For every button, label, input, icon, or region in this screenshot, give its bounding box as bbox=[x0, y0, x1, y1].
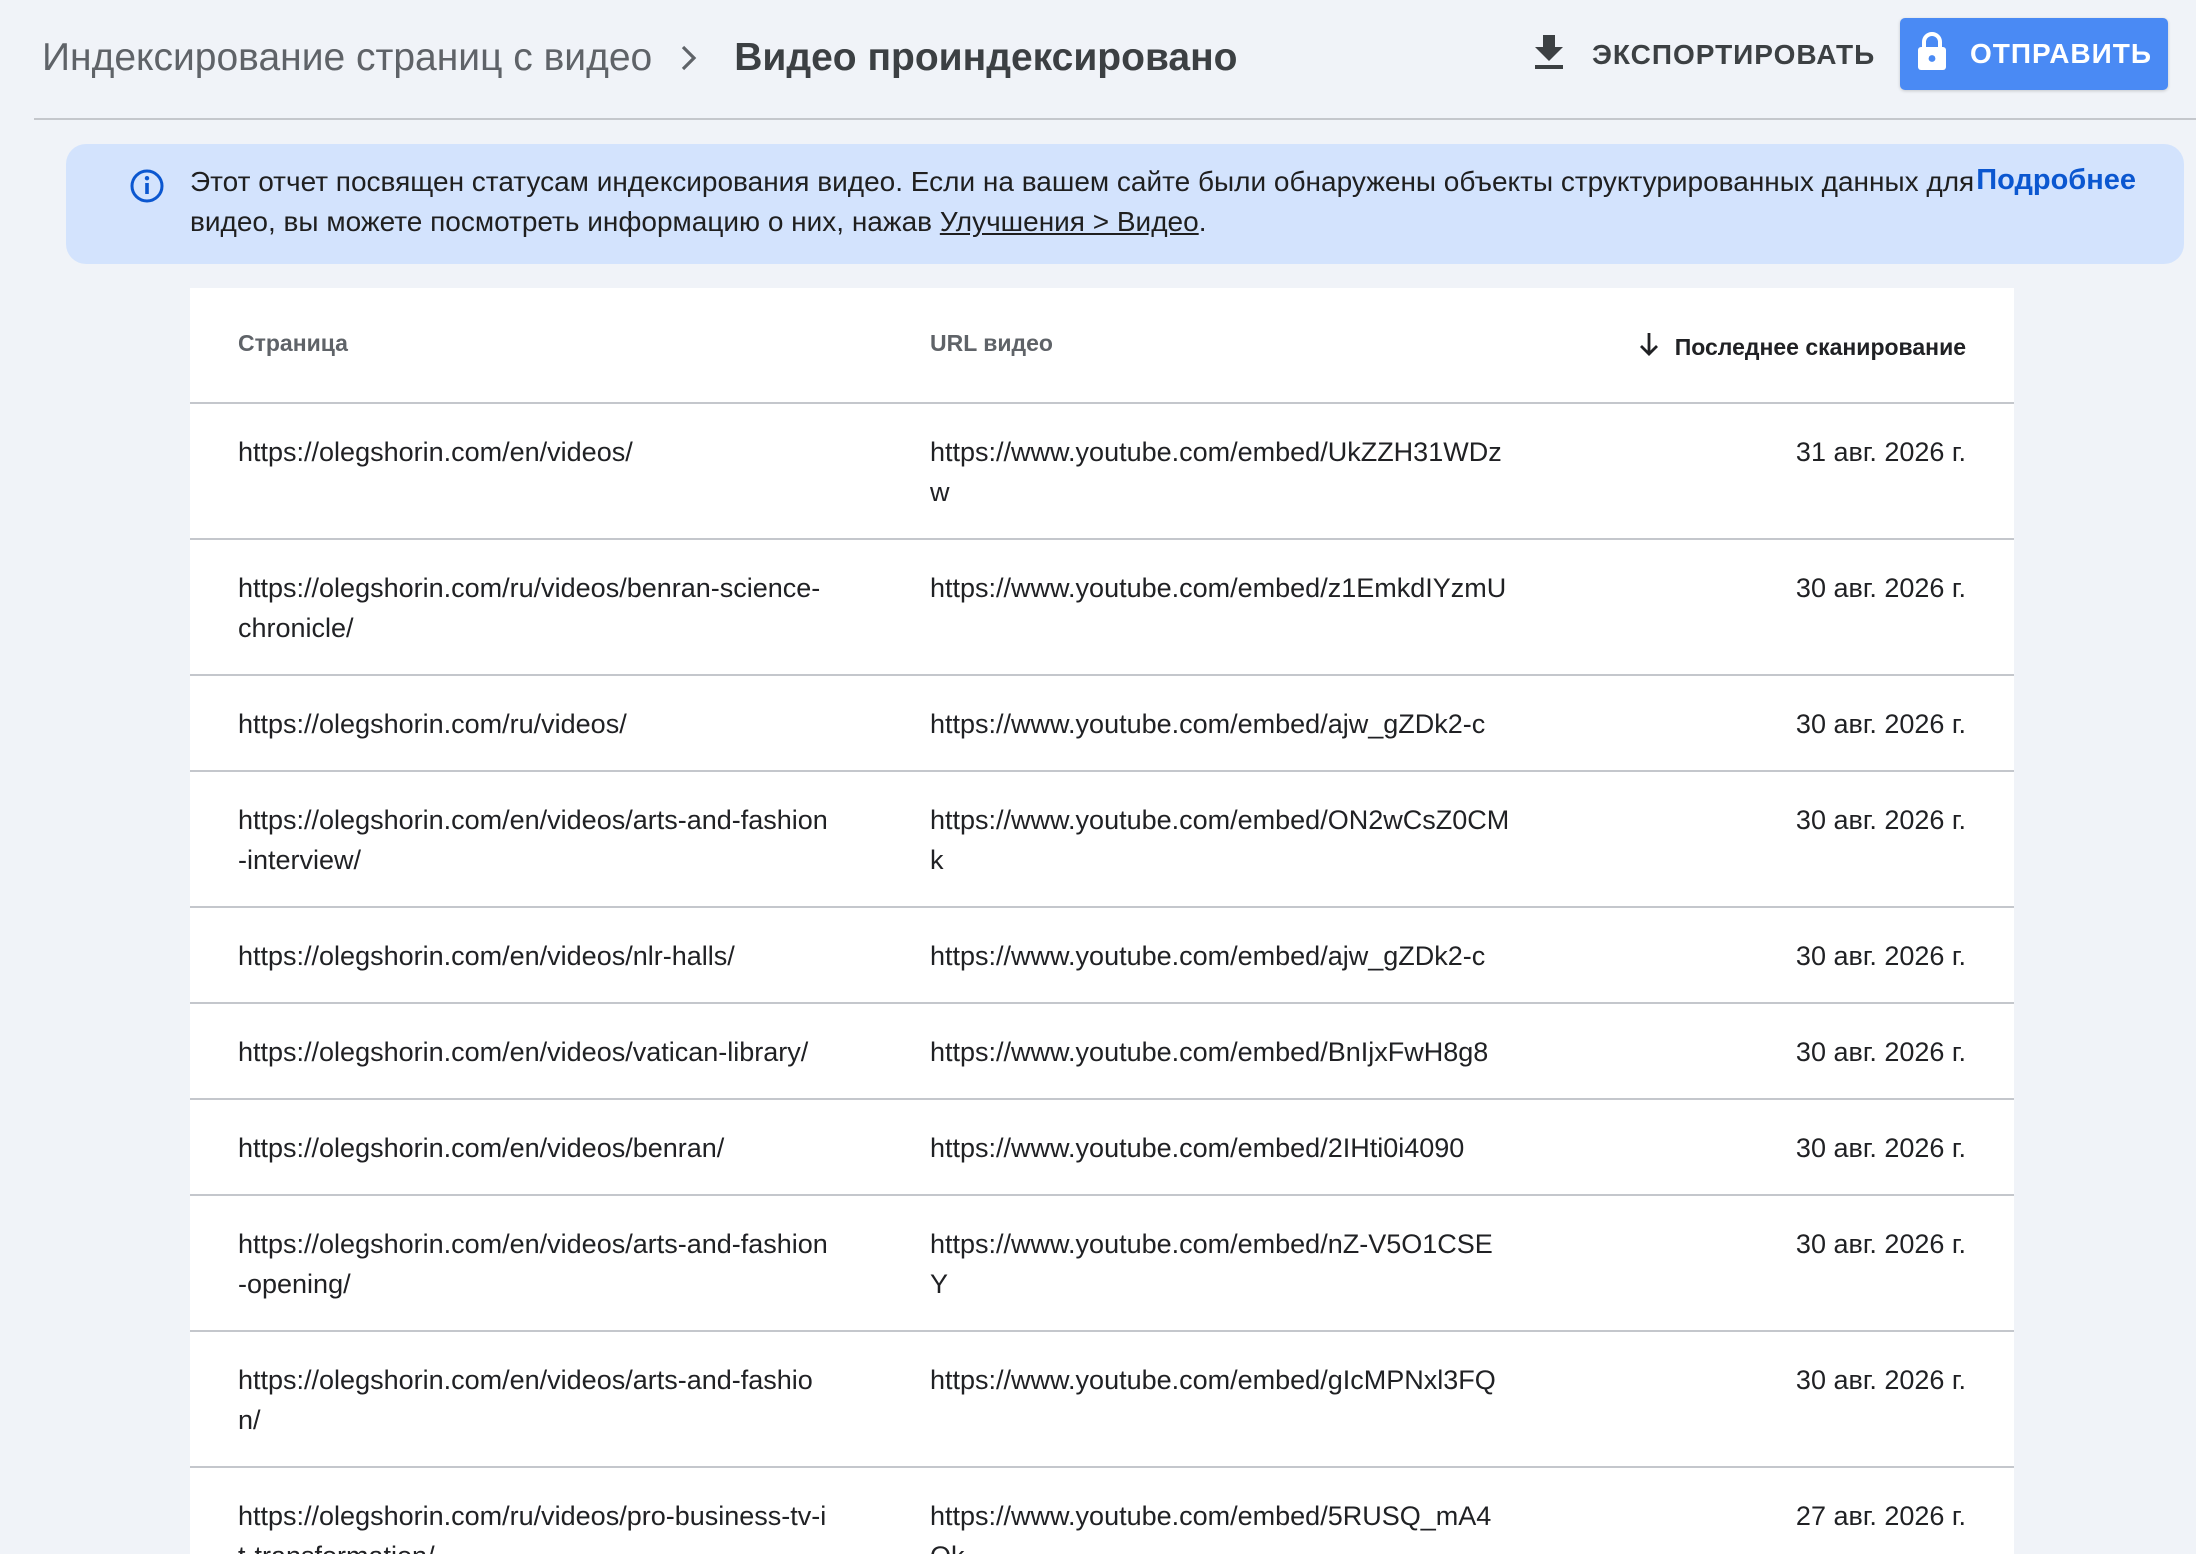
lock-icon bbox=[1916, 30, 1948, 79]
row-video-url: https://www.youtube.com/embed/5RUSQ_mA4O… bbox=[930, 1501, 1492, 1554]
row-last-crawl: 30 авг. 2026 г. bbox=[1795, 941, 1966, 971]
info-banner: Этот отчет посвящен статусам индексирова… bbox=[66, 144, 2184, 264]
row-page-url[interactable]: https://olegshorin.com/en/videos/ bbox=[238, 432, 828, 472]
row-last-crawl: 30 авг. 2026 г. bbox=[1795, 1037, 1966, 1067]
info-banner-period: . bbox=[1198, 206, 1207, 237]
row-video-url: https://www.youtube.com/embed/BnIjxFwH8g… bbox=[930, 1037, 1489, 1067]
row-last-crawl: 30 авг. 2026 г. bbox=[1795, 805, 1966, 835]
download-icon bbox=[1532, 32, 1566, 79]
page-header: Индексирование страниц с видео Видео про… bbox=[0, 0, 2196, 118]
row-last-crawl: 30 авг. 2026 г. bbox=[1795, 1229, 1966, 1259]
breadcrumb-parent-link[interactable]: Индексирование страниц с видео bbox=[42, 36, 652, 80]
table-row[interactable]: https://olegshorin.com/en/videos/arts-an… bbox=[190, 1332, 2014, 1468]
row-video-url: https://www.youtube.com/embed/ajw_gZDk2-… bbox=[930, 709, 1486, 739]
header-divider bbox=[34, 118, 2196, 120]
table-row[interactable]: https://olegshorin.com/en/videos/ https:… bbox=[190, 404, 2014, 540]
export-button-label: ЭКСПОРТИРОВАТЬ bbox=[1592, 39, 1876, 70]
row-video-url: https://www.youtube.com/embed/ON2wCsZ0CM… bbox=[930, 805, 1510, 875]
column-header-video-url[interactable]: URL видео bbox=[930, 330, 1053, 357]
row-video-url: https://www.youtube.com/embed/nZ-V5O1CSE… bbox=[930, 1229, 1493, 1299]
row-page-url[interactable]: https://olegshorin.com/en/videos/vatican… bbox=[238, 1032, 828, 1072]
row-video-url: https://www.youtube.com/embed/gIcMPNxl3F… bbox=[930, 1365, 1496, 1395]
row-video-url: https://www.youtube.com/embed/z1EmkdIYzm… bbox=[930, 573, 1507, 603]
info-icon bbox=[126, 165, 168, 207]
enhancements-video-link[interactable]: Улучшения > Видео bbox=[940, 206, 1199, 237]
chevron-right-icon bbox=[678, 43, 700, 73]
table-header-row: Страница URL видео Последнее сканировани… bbox=[190, 288, 2014, 404]
row-page-url[interactable]: https://olegshorin.com/en/videos/arts-an… bbox=[238, 1224, 828, 1304]
table-row[interactable]: https://olegshorin.com/ru/videos/pro-bus… bbox=[190, 1468, 2014, 1554]
table-row[interactable]: https://olegshorin.com/en/videos/arts-an… bbox=[190, 1196, 2014, 1332]
table-row[interactable]: https://olegshorin.com/en/videos/arts-an… bbox=[190, 772, 2014, 908]
row-page-url[interactable]: https://olegshorin.com/en/videos/arts-an… bbox=[238, 800, 828, 880]
row-page-url[interactable]: https://olegshorin.com/en/videos/nlr-hal… bbox=[238, 936, 828, 976]
row-video-url: https://www.youtube.com/embed/2IHti0i409… bbox=[930, 1133, 1465, 1163]
row-video-url: https://www.youtube.com/embed/ajw_gZDk2-… bbox=[930, 941, 1486, 971]
info-banner-text: Этот отчет посвящен статусам индексирова… bbox=[190, 162, 1990, 242]
column-header-page[interactable]: Страница bbox=[238, 330, 348, 357]
table-row[interactable]: https://olegshorin.com/en/videos/benran/… bbox=[190, 1100, 2014, 1196]
row-page-url[interactable]: https://olegshorin.com/ru/videos/ bbox=[238, 704, 828, 744]
row-last-crawl: 30 авг. 2026 г. bbox=[1795, 709, 1966, 739]
table-row[interactable]: https://olegshorin.com/en/videos/vatican… bbox=[190, 1004, 2014, 1100]
breadcrumb: Индексирование страниц с видео Видео про… bbox=[42, 28, 1238, 88]
table-row[interactable]: https://olegshorin.com/en/videos/nlr-hal… bbox=[190, 908, 2014, 1004]
row-last-crawl: 30 авг. 2026 г. bbox=[1795, 573, 1966, 603]
table-row[interactable]: https://olegshorin.com/ru/videos/ https:… bbox=[190, 676, 2014, 772]
indexed-videos-table: Страница URL видео Последнее сканировани… bbox=[190, 288, 2014, 1554]
sort-arrow-down-icon bbox=[1637, 330, 1661, 364]
learn-more-link[interactable]: Подробнее bbox=[1976, 164, 2136, 197]
export-button[interactable]: ЭКСПОРТИРОВАТЬ bbox=[1532, 20, 1875, 90]
row-page-url[interactable]: https://olegshorin.com/ru/videos/benran-… bbox=[238, 568, 828, 648]
row-page-url[interactable]: https://olegshorin.com/ru/videos/pro-bus… bbox=[238, 1496, 828, 1554]
column-header-last-crawl[interactable]: Последнее сканирование bbox=[1637, 330, 1966, 364]
row-video-url: https://www.youtube.com/embed/UkZZH31WDz… bbox=[930, 437, 1502, 507]
row-page-url[interactable]: https://olegshorin.com/en/videos/benran/ bbox=[238, 1128, 828, 1168]
page-title: Видео проиндексировано bbox=[734, 36, 1238, 79]
row-page-url[interactable]: https://olegshorin.com/en/videos/arts-an… bbox=[238, 1360, 828, 1440]
row-last-crawl: 30 авг. 2026 г. bbox=[1795, 1133, 1966, 1163]
row-last-crawl: 30 авг. 2026 г. bbox=[1795, 1365, 1966, 1395]
column-header-last-crawl-label: Последнее сканирование bbox=[1674, 333, 1966, 360]
row-last-crawl: 27 авг. 2026 г. bbox=[1795, 1501, 1966, 1531]
row-last-crawl: 31 авг. 2026 г. bbox=[1795, 437, 1966, 467]
submit-button[interactable]: ОТПРАВИТЬ bbox=[1900, 18, 2168, 90]
submit-button-label: ОТПРАВИТЬ bbox=[1969, 38, 2153, 69]
table-row[interactable]: https://olegshorin.com/ru/videos/benran-… bbox=[190, 540, 2014, 676]
